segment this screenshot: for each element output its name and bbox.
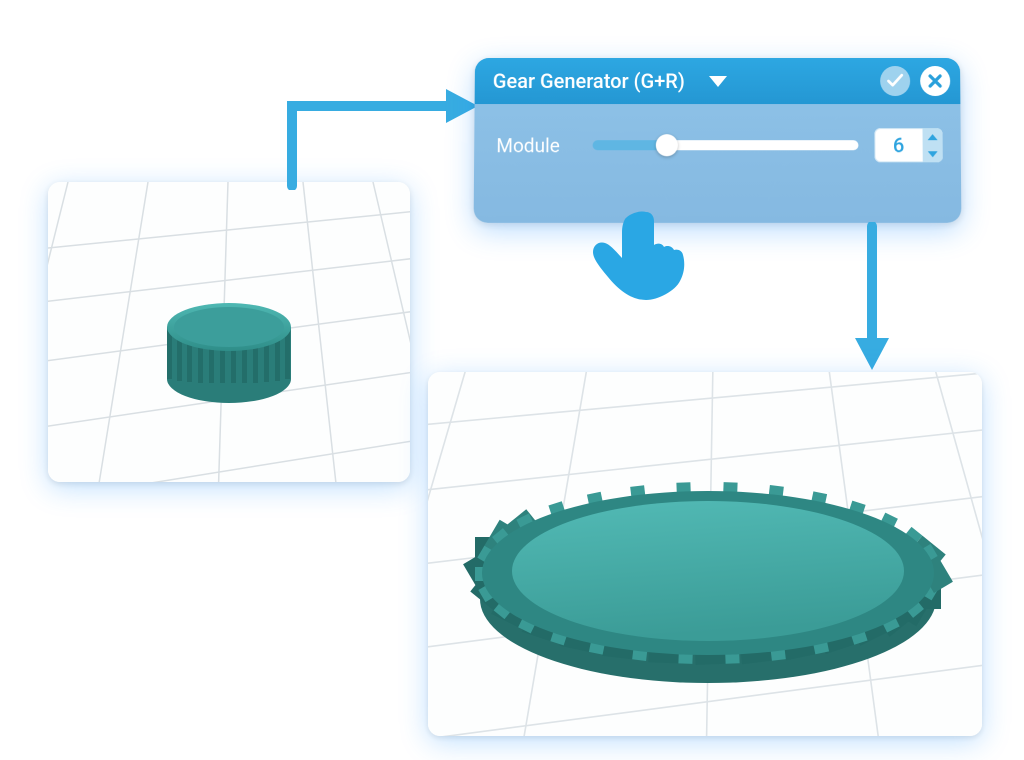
slider-thumb-icon[interactable] bbox=[656, 134, 678, 156]
module-slider[interactable] bbox=[593, 133, 859, 157]
stepper-up-icon[interactable] bbox=[923, 128, 943, 145]
module-value: 6 bbox=[874, 128, 922, 162]
small-gear-icon bbox=[167, 303, 291, 403]
chevron-down-icon[interactable] bbox=[709, 76, 727, 87]
gear-generator-dialog: Gear Generator (G+R) Module 6 bbox=[474, 58, 962, 223]
close-button[interactable] bbox=[920, 66, 950, 96]
cursor-hand-icon bbox=[590, 208, 690, 303]
arrow-to-dialog-icon bbox=[268, 82, 478, 190]
dialog-title: Gear Generator (G+R) bbox=[493, 69, 685, 93]
stepper-down-icon[interactable] bbox=[923, 145, 943, 162]
module-label: Module bbox=[496, 134, 576, 157]
viewport-after bbox=[428, 372, 982, 736]
arrow-to-result-icon bbox=[846, 222, 898, 372]
viewport-before bbox=[48, 182, 410, 482]
apply-button[interactable] bbox=[880, 66, 910, 96]
dialog-header[interactable]: Gear Generator (G+R) bbox=[475, 58, 961, 104]
module-stepper[interactable]: 6 bbox=[874, 128, 942, 162]
